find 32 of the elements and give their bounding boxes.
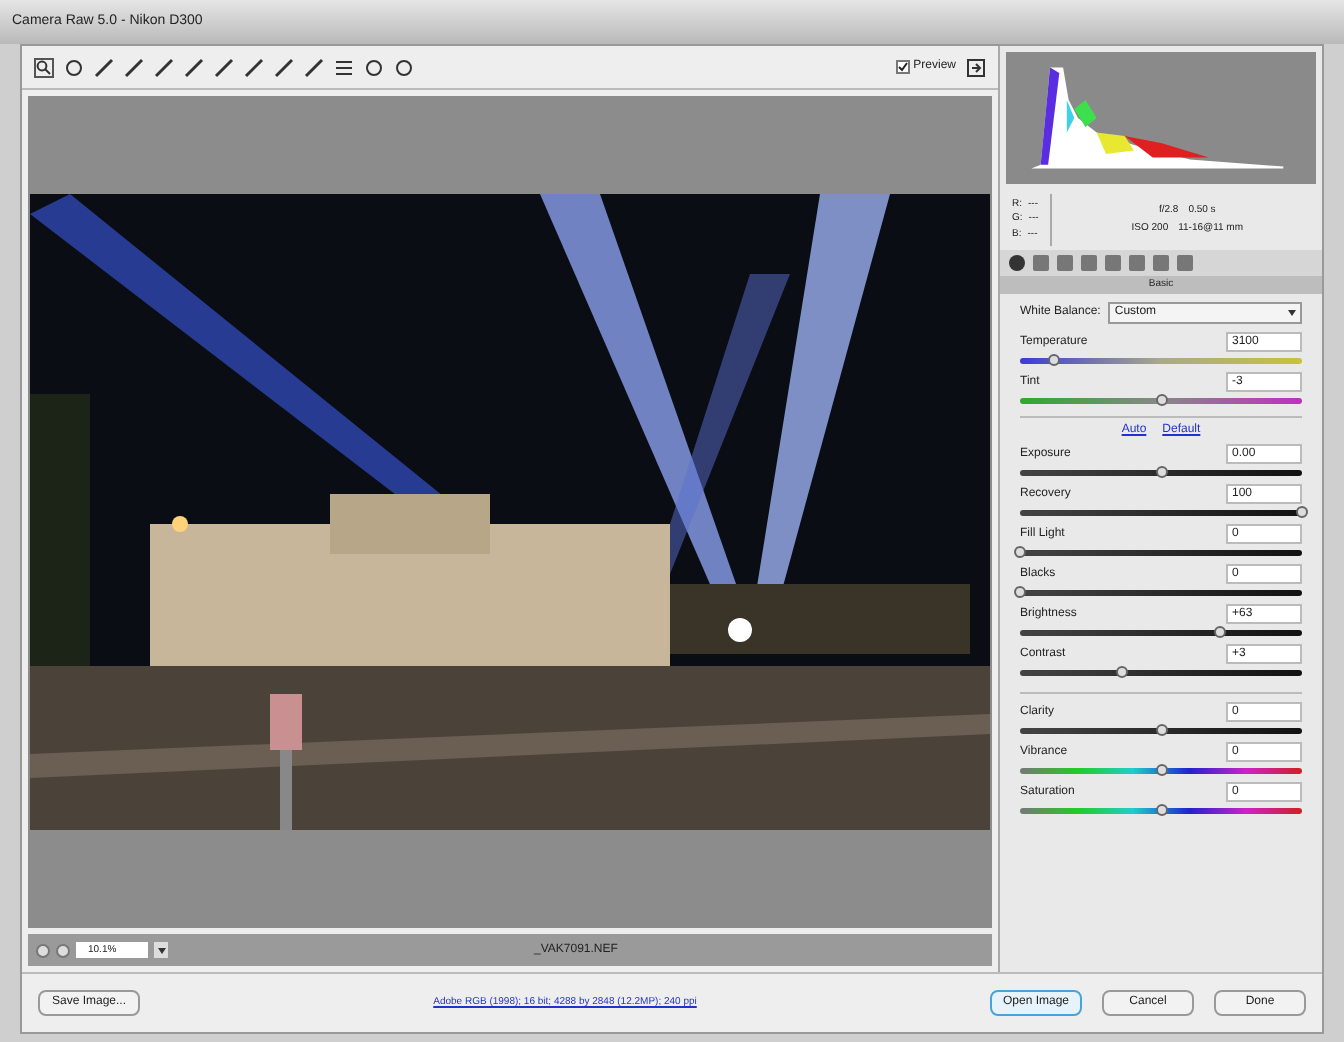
slider-track[interactable] — [1020, 768, 1302, 774]
slider-track[interactable] — [1020, 728, 1302, 734]
slider-track[interactable] — [1020, 470, 1302, 476]
basic-tab-icon[interactable] — [1008, 254, 1026, 272]
slider-thumb[interactable] — [1014, 586, 1026, 598]
slider-track[interactable] — [1020, 670, 1302, 676]
slider-track[interactable] — [1020, 358, 1302, 364]
slider-thumb[interactable] — [1155, 466, 1167, 478]
zoom-icon[interactable] — [34, 57, 54, 77]
slider-thumb[interactable] — [1155, 394, 1167, 406]
slider-track[interactable] — [1020, 398, 1302, 404]
zoom-out-button[interactable] — [36, 943, 50, 957]
slider-thumb[interactable] — [1155, 724, 1167, 736]
slider-thumb[interactable] — [1014, 546, 1026, 558]
slider-thumb[interactable] — [1155, 804, 1167, 816]
slider-track[interactable] — [1020, 808, 1302, 814]
slider-thumb[interactable] — [1155, 764, 1167, 776]
list-icon[interactable] — [334, 57, 354, 77]
zoom-dropdown[interactable] — [154, 942, 168, 958]
slider-thumb[interactable] — [1047, 354, 1060, 366]
slider-thumb[interactable] — [1214, 626, 1227, 638]
slider-track[interactable] — [1020, 510, 1302, 516]
preview-checkbox[interactable] — [895, 60, 910, 74]
slider-track[interactable] — [1020, 630, 1302, 636]
fullscreen-icon[interactable] — [966, 57, 986, 77]
slider-track[interactable] — [1020, 550, 1302, 556]
caret-icon — [1288, 310, 1296, 316]
caret-icon — [157, 947, 165, 953]
slider-track[interactable] — [1020, 590, 1302, 596]
slider-thumb[interactable] — [1115, 666, 1128, 678]
slider-thumb[interactable] — [1296, 506, 1308, 518]
zoom-in-button[interactable] — [56, 943, 70, 957]
